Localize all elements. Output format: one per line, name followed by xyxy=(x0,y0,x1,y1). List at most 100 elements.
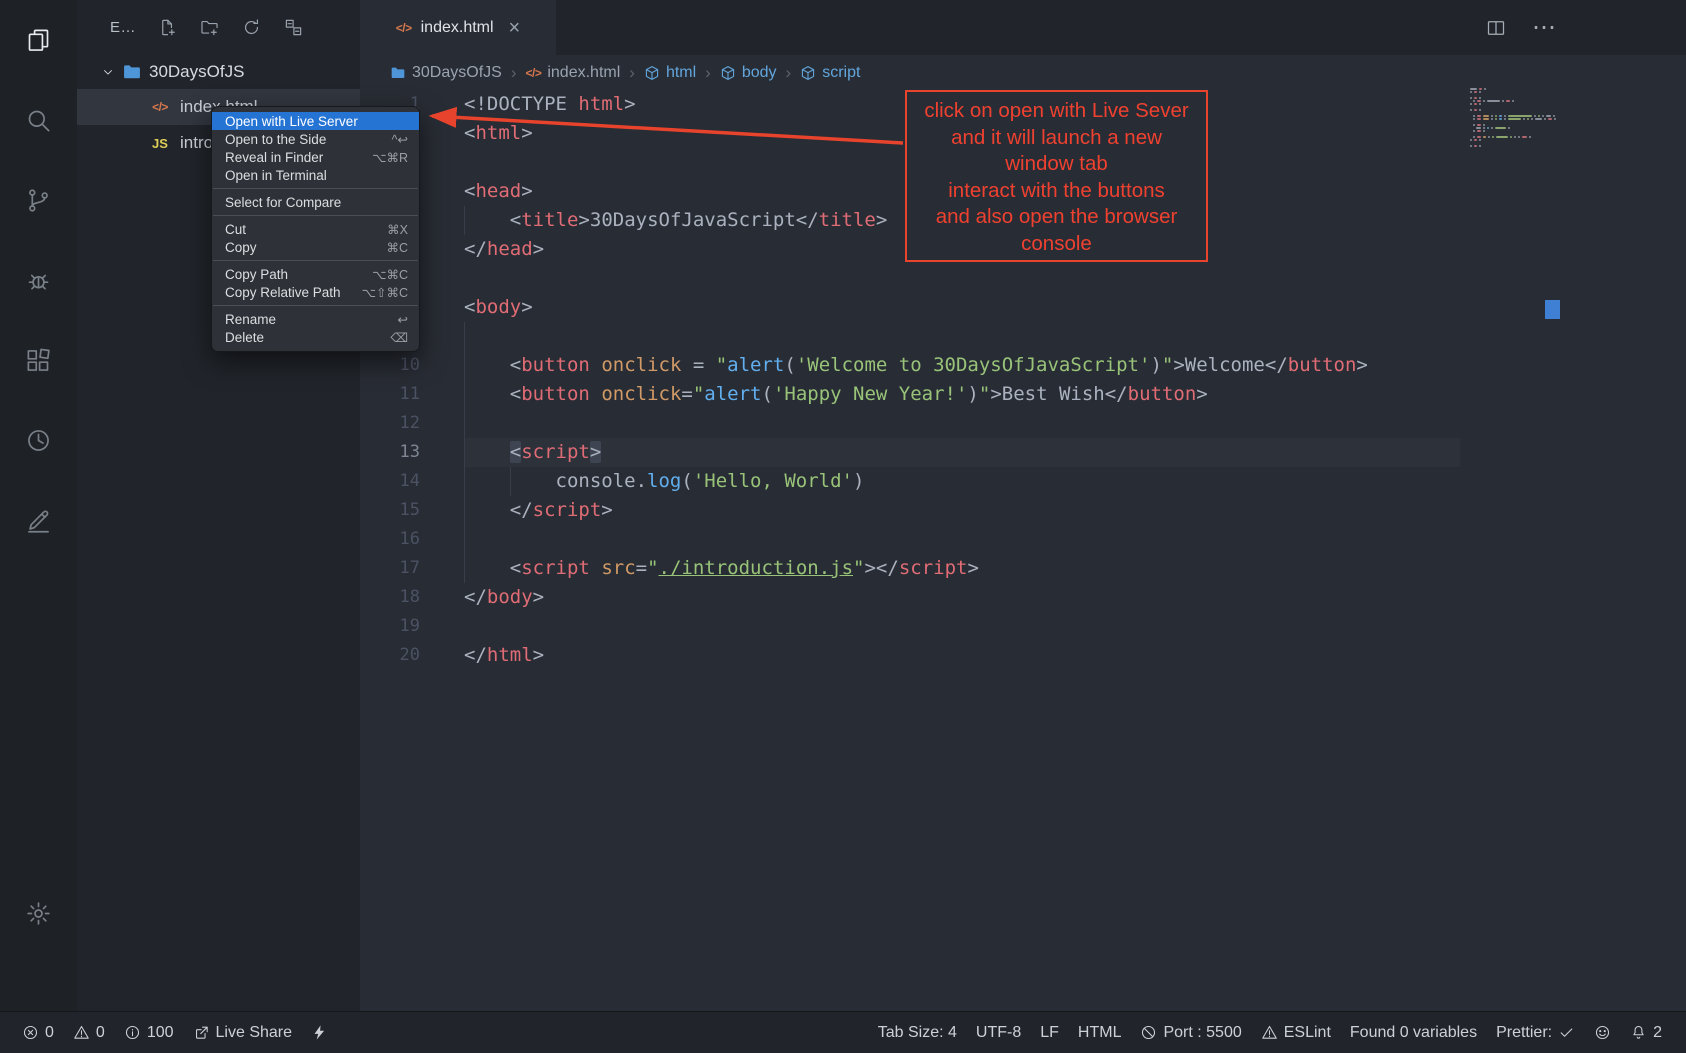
indent-guide xyxy=(464,351,465,380)
breadcrumb-separator: › xyxy=(629,63,635,83)
status-live-server-port[interactable]: Port : 5500 xyxy=(1140,1024,1241,1042)
status-prettier[interactable]: Prettier: xyxy=(1496,1024,1575,1042)
menu-item-reveal-in-finder[interactable]: Reveal in Finder⌥⌘R xyxy=(212,148,419,166)
indent-guide xyxy=(464,322,465,351)
files-icon[interactable] xyxy=(0,0,77,80)
line-number: 13 xyxy=(360,438,464,467)
minimap[interactable] xyxy=(1470,88,1556,148)
annotation-line: and it will launch a new xyxy=(907,125,1206,152)
indent-guide xyxy=(464,467,465,496)
line-number: 10 xyxy=(360,351,464,380)
split-icon[interactable] xyxy=(1486,18,1506,38)
code-line-13[interactable]: 13 <script> xyxy=(360,438,1686,467)
refresh-icon[interactable] xyxy=(236,13,266,43)
menu-separator xyxy=(213,188,418,189)
menu-item-copy[interactable]: Copy⌘C xyxy=(212,238,419,256)
code-line-19[interactable]: 19 xyxy=(360,612,1686,641)
line-number: 17 xyxy=(360,554,464,583)
code-line-7[interactable]: 7 xyxy=(360,264,1686,293)
pen-icon[interactable] xyxy=(0,480,77,560)
code-line-11[interactable]: 11 <button onclick="alert('Happy New Yea… xyxy=(360,380,1686,409)
warning-icon xyxy=(1261,1024,1278,1041)
menu-item-cut[interactable]: Cut⌘X xyxy=(212,220,419,238)
source-control-icon[interactable] xyxy=(0,160,77,240)
code-line-8[interactable]: 8<body> xyxy=(360,293,1686,322)
status-notifications[interactable]: 2 xyxy=(1630,1024,1662,1042)
indent-guide xyxy=(464,438,465,467)
breadcrumb-html[interactable]: html xyxy=(644,64,696,82)
cube-icon xyxy=(720,65,736,81)
breadcrumb-script[interactable]: script xyxy=(800,64,860,82)
menu-item-shortcut: ⌫ xyxy=(390,330,408,345)
code-line-16[interactable]: 16 xyxy=(360,525,1686,554)
menu-item-copy-path[interactable]: Copy Path⌥⌘C xyxy=(212,265,419,283)
breadcrumb-label: script xyxy=(822,64,860,82)
code-line-17[interactable]: 17 <script src="./introduction.js"></scr… xyxy=(360,554,1686,583)
status-tab-size[interactable]: Tab Size: 4 xyxy=(878,1024,957,1042)
breadcrumb-30daysofjs[interactable]: 30DaysOfJS xyxy=(390,64,502,82)
breadcrumb-separator: › xyxy=(705,63,711,83)
extensions-icon[interactable] xyxy=(0,320,77,400)
code-line-14[interactable]: 14 console.log('Hello, World') xyxy=(360,467,1686,496)
annotation-box: click on open with Live Severand it will… xyxy=(905,90,1208,262)
gear-icon[interactable] xyxy=(0,873,77,953)
code-line-15[interactable]: 15 </script> xyxy=(360,496,1686,525)
code-line-9[interactable]: 9 xyxy=(360,322,1686,351)
code-line-12[interactable]: 12 xyxy=(360,409,1686,438)
tab-bar: </> index.html × ⋯ xyxy=(360,0,1686,55)
status-eol[interactable]: LF xyxy=(1040,1024,1059,1042)
status-encoding[interactable]: UTF-8 xyxy=(976,1024,1021,1042)
status-problems-warnings[interactable]: 0 xyxy=(73,1024,105,1042)
folder-root-30daysofjs[interactable]: 30DaysOfJS xyxy=(77,55,360,89)
code-line-10[interactable]: 10 <button onclick = "alert('Welcome to … xyxy=(360,351,1686,380)
status-thunder[interactable] xyxy=(311,1024,328,1041)
search-icon[interactable] xyxy=(0,80,77,160)
status-eslint[interactable]: ESLint xyxy=(1261,1024,1331,1042)
debug-icon[interactable] xyxy=(0,240,77,320)
status-problems-errors[interactable]: 0 xyxy=(22,1024,54,1042)
status-variables[interactable]: Found 0 variables xyxy=(1350,1024,1477,1042)
ellipsis-icon[interactable]: ⋯ xyxy=(1532,16,1556,40)
line-number: 15 xyxy=(360,496,464,525)
breadcrumb-label: html xyxy=(666,64,696,82)
info-icon xyxy=(124,1024,141,1041)
status-live-share[interactable]: Live Share xyxy=(193,1024,293,1042)
code-line-20[interactable]: 20</html> xyxy=(360,641,1686,670)
indent-guide xyxy=(464,525,465,554)
tab-index-html[interactable]: </> index.html × xyxy=(360,0,556,55)
status-language-mode[interactable]: HTML xyxy=(1078,1024,1122,1042)
menu-item-label: Select for Compare xyxy=(225,195,341,210)
code-line-18[interactable]: 18</body> xyxy=(360,583,1686,612)
bell-icon xyxy=(1630,1024,1647,1041)
menu-item-copy-relative-path[interactable]: Copy Relative Path⌥⇧⌘C xyxy=(212,283,419,301)
new-folder-icon[interactable] xyxy=(194,13,224,43)
folder-icon xyxy=(390,65,406,81)
menu-item-delete[interactable]: Delete ⌫ xyxy=(212,328,419,346)
menu-item-open-with-live-server[interactable]: Open with Live Server xyxy=(212,112,419,130)
close-icon[interactable]: × xyxy=(509,18,521,38)
menu-item-open-in-terminal[interactable]: Open in Terminal xyxy=(212,166,419,184)
scrollbar-marker xyxy=(1545,300,1560,319)
vscode-window: E… 30DaysOfJS </>index.htmlJSintroductio… xyxy=(0,0,1686,1053)
explorer-header: E… xyxy=(77,0,360,55)
menu-item-label: Delete xyxy=(225,330,264,345)
breadcrumb-index-html[interactable]: </>index.html xyxy=(525,64,620,82)
annotation-line: and also open the browser xyxy=(907,204,1206,231)
new-file-icon[interactable] xyxy=(152,13,182,43)
breadcrumb-separator: › xyxy=(786,63,792,83)
menu-item-rename[interactable]: Rename↩ xyxy=(212,310,419,328)
status-feedback[interactable] xyxy=(1594,1024,1611,1041)
menu-item-open-to-the-side[interactable]: Open to the Side^↩ xyxy=(212,130,419,148)
chevron-down-icon xyxy=(101,65,115,79)
breadcrumb: 30DaysOfJS›</>index.html›html›body›scrip… xyxy=(360,55,1686,90)
indent-guide xyxy=(510,467,511,496)
explorer-header-actions xyxy=(152,13,308,43)
code-text: <script src="./introduction.js"></script… xyxy=(464,554,1460,583)
status-problems-info[interactable]: 100 xyxy=(124,1024,174,1042)
menu-item-select-for-compare[interactable]: Select for Compare xyxy=(212,193,419,211)
menu-item-label: Copy Relative Path xyxy=(225,285,341,300)
breadcrumb-body[interactable]: body xyxy=(720,64,777,82)
clock-icon[interactable] xyxy=(0,400,77,480)
port-icon xyxy=(1140,1024,1157,1041)
collapse-icon[interactable] xyxy=(278,13,308,43)
